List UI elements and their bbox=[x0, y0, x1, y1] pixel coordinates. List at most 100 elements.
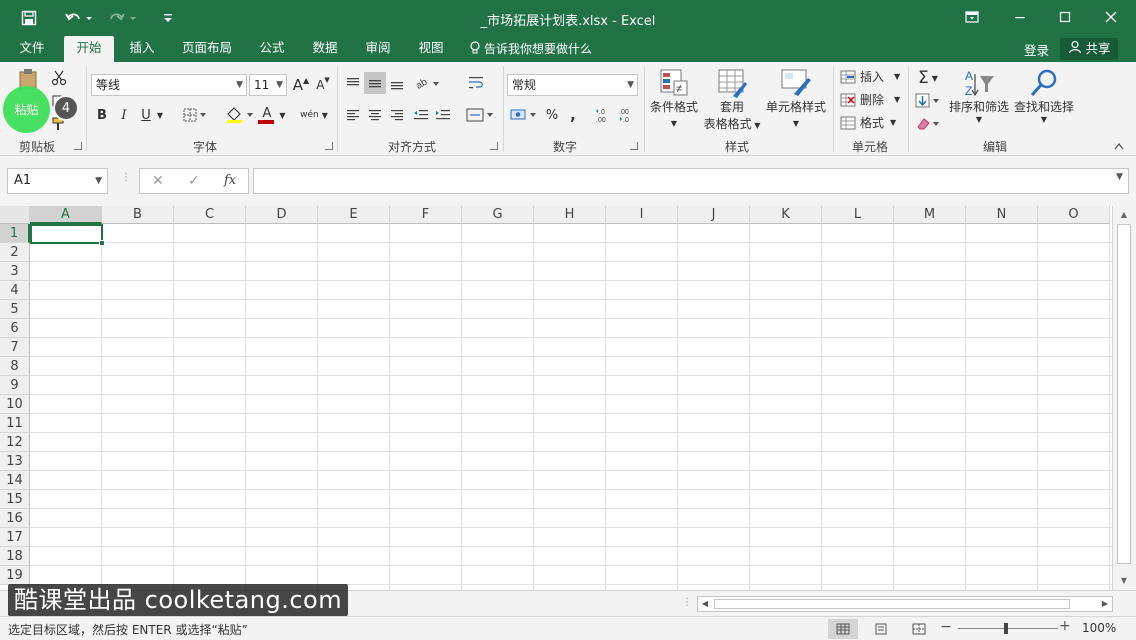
delete-cells-button[interactable]: 删除 ▼ bbox=[840, 91, 900, 108]
grow-font-button[interactable]: A ▲ bbox=[292, 74, 310, 96]
normal-view-icon[interactable] bbox=[828, 619, 858, 639]
row-header[interactable]: 19 bbox=[0, 566, 30, 585]
autosum-icon[interactable]: Σ ▼ bbox=[913, 68, 943, 88]
formula-input[interactable] bbox=[253, 168, 1129, 194]
column-header[interactable]: B bbox=[102, 206, 174, 224]
row-header[interactable]: 5 bbox=[0, 300, 30, 319]
phonetic-button[interactable]: wén ▼ bbox=[298, 104, 330, 126]
column-header[interactable]: N bbox=[966, 206, 1038, 224]
font-color-button[interactable]: A ▼ bbox=[256, 104, 292, 126]
fill-down-icon[interactable] bbox=[913, 91, 943, 111]
cancel-icon[interactable]: ✕ bbox=[152, 173, 164, 189]
row-header[interactable]: 17 bbox=[0, 528, 30, 547]
column-header[interactable]: M bbox=[894, 206, 966, 224]
row-header[interactable]: 18 bbox=[0, 547, 30, 566]
format-cells-button[interactable]: 格式 ▼ bbox=[840, 114, 896, 131]
alignment-dialog-launcher-icon[interactable] bbox=[490, 142, 498, 150]
format-as-table-button[interactable]: 套用 表格格式 ▼ bbox=[702, 66, 762, 136]
tab-formulas[interactable]: 公式 bbox=[250, 36, 294, 62]
shrink-font-button[interactable]: A ▼ bbox=[314, 74, 332, 96]
select-all-corner[interactable] bbox=[0, 206, 30, 224]
tab-file[interactable]: 文件 bbox=[10, 36, 54, 62]
zoom-level[interactable]: 100% bbox=[1082, 621, 1116, 635]
column-header[interactable]: G bbox=[462, 206, 534, 224]
name-box[interactable]: A1 ▼ bbox=[7, 168, 108, 194]
row-header[interactable]: 8 bbox=[0, 357, 30, 376]
tab-page-layout[interactable]: 页面布局 bbox=[174, 36, 240, 62]
zoom-slider-knob[interactable] bbox=[1004, 623, 1008, 634]
clear-icon[interactable] bbox=[913, 114, 943, 134]
scroll-up-icon[interactable]: ▲ bbox=[1117, 208, 1131, 222]
row-header[interactable]: 6 bbox=[0, 319, 30, 338]
column-header[interactable]: O bbox=[1038, 206, 1110, 224]
tab-view[interactable]: 视图 bbox=[409, 36, 453, 62]
worksheet-grid[interactable]: ABCDEFGHIJKLMNO 1 2 3 4 5 6 7 8 9 10 11 12 13 14 15 16 1… bbox=[0, 206, 1112, 590]
column-header[interactable]: K bbox=[750, 206, 822, 224]
page-layout-view-icon[interactable] bbox=[866, 619, 896, 639]
accounting-format-icon[interactable] bbox=[508, 104, 540, 126]
merge-center-icon[interactable] bbox=[465, 104, 495, 126]
minimize-icon[interactable] bbox=[1008, 6, 1032, 28]
align-right-icon[interactable] bbox=[387, 104, 407, 126]
scroll-right-icon[interactable]: ▶ bbox=[1098, 597, 1112, 611]
expand-formula-bar-icon[interactable]: ▼ bbox=[1116, 172, 1123, 182]
scroll-left-icon[interactable]: ◀ bbox=[698, 597, 712, 611]
row-header[interactable]: 16 bbox=[0, 509, 30, 528]
align-middle-icon[interactable] bbox=[364, 72, 386, 94]
row-header[interactable]: 1 bbox=[0, 224, 30, 243]
percent-style-button[interactable]: % bbox=[543, 104, 561, 126]
maximize-icon[interactable] bbox=[1053, 6, 1077, 28]
tell-me-box[interactable]: 告诉我你想要做什么 bbox=[470, 40, 592, 58]
row-header[interactable]: 11 bbox=[0, 414, 30, 433]
decrease-indent-icon[interactable] bbox=[411, 104, 431, 126]
enter-icon[interactable]: ✓ bbox=[188, 173, 200, 189]
row-header[interactable]: 12 bbox=[0, 433, 30, 452]
borders-button[interactable] bbox=[180, 104, 210, 126]
scroll-down-icon[interactable]: ▼ bbox=[1117, 574, 1131, 588]
share-button[interactable]: 共享 bbox=[1060, 38, 1118, 60]
decrease-decimal-icon[interactable]: .00.0 bbox=[617, 104, 637, 126]
column-header[interactable]: A bbox=[30, 206, 102, 224]
increase-decimal-icon[interactable]: .0.00 bbox=[594, 104, 614, 126]
ribbon-display-options-icon[interactable] bbox=[960, 6, 984, 28]
align-bottom-icon[interactable] bbox=[387, 72, 407, 94]
row-header[interactable]: 14 bbox=[0, 471, 30, 490]
column-header[interactable]: J bbox=[678, 206, 750, 224]
insert-function-icon[interactable]: fx bbox=[224, 173, 236, 188]
page-break-view-icon[interactable] bbox=[904, 619, 934, 639]
horizontal-scroll-thumb[interactable] bbox=[714, 599, 1070, 609]
collapse-ribbon-icon[interactable] bbox=[1112, 140, 1126, 152]
row-header[interactable]: 15 bbox=[0, 490, 30, 509]
row-header[interactable]: 10 bbox=[0, 395, 30, 414]
sheet-splitter-icon[interactable]: ⋮ bbox=[682, 597, 692, 608]
tab-insert[interactable]: 插入 bbox=[120, 36, 164, 62]
vertical-scrollbar[interactable]: ▲ ▼ bbox=[1112, 206, 1136, 590]
number-dialog-launcher-icon[interactable] bbox=[630, 142, 638, 150]
column-header[interactable]: E bbox=[318, 206, 390, 224]
wrap-text-icon[interactable] bbox=[465, 72, 487, 94]
font-name-combo[interactable]: 等线 ▼ bbox=[91, 74, 247, 96]
cut-icon[interactable] bbox=[48, 68, 70, 88]
row-header[interactable]: 9 bbox=[0, 376, 30, 395]
orientation-icon[interactable]: ab bbox=[413, 72, 443, 94]
find-select-button[interactable]: 查找和选择 ▼ bbox=[1012, 66, 1076, 136]
conditional-formatting-button[interactable]: ≠ 条件格式 ▼ bbox=[648, 66, 700, 136]
font-size-combo[interactable]: 11 ▼ bbox=[249, 74, 287, 96]
insert-cells-button[interactable]: 插入 ▼ bbox=[840, 68, 900, 85]
clipboard-dialog-launcher-icon[interactable] bbox=[74, 142, 82, 150]
column-header[interactable]: I bbox=[606, 206, 678, 224]
row-header[interactable]: 13 bbox=[0, 452, 30, 471]
comma-style-button[interactable]: , bbox=[565, 104, 581, 126]
close-icon[interactable] bbox=[1099, 6, 1123, 28]
align-top-icon[interactable] bbox=[343, 72, 363, 94]
row-header[interactable]: 7 bbox=[0, 338, 30, 357]
increase-indent-icon[interactable] bbox=[433, 104, 453, 126]
italic-button[interactable]: I bbox=[116, 104, 132, 126]
number-format-combo[interactable]: 常规 ▼ bbox=[507, 74, 638, 96]
sort-filter-button[interactable]: AZ 排序和筛选 ▼ bbox=[946, 66, 1012, 136]
cell-styles-button[interactable]: 单元格样式 ▼ bbox=[764, 66, 828, 136]
bold-button[interactable]: B bbox=[94, 104, 110, 126]
paste-button[interactable]: 粘贴 bbox=[3, 86, 50, 133]
fill-color-button[interactable] bbox=[222, 104, 258, 126]
zoom-out-button[interactable]: − bbox=[940, 619, 952, 635]
